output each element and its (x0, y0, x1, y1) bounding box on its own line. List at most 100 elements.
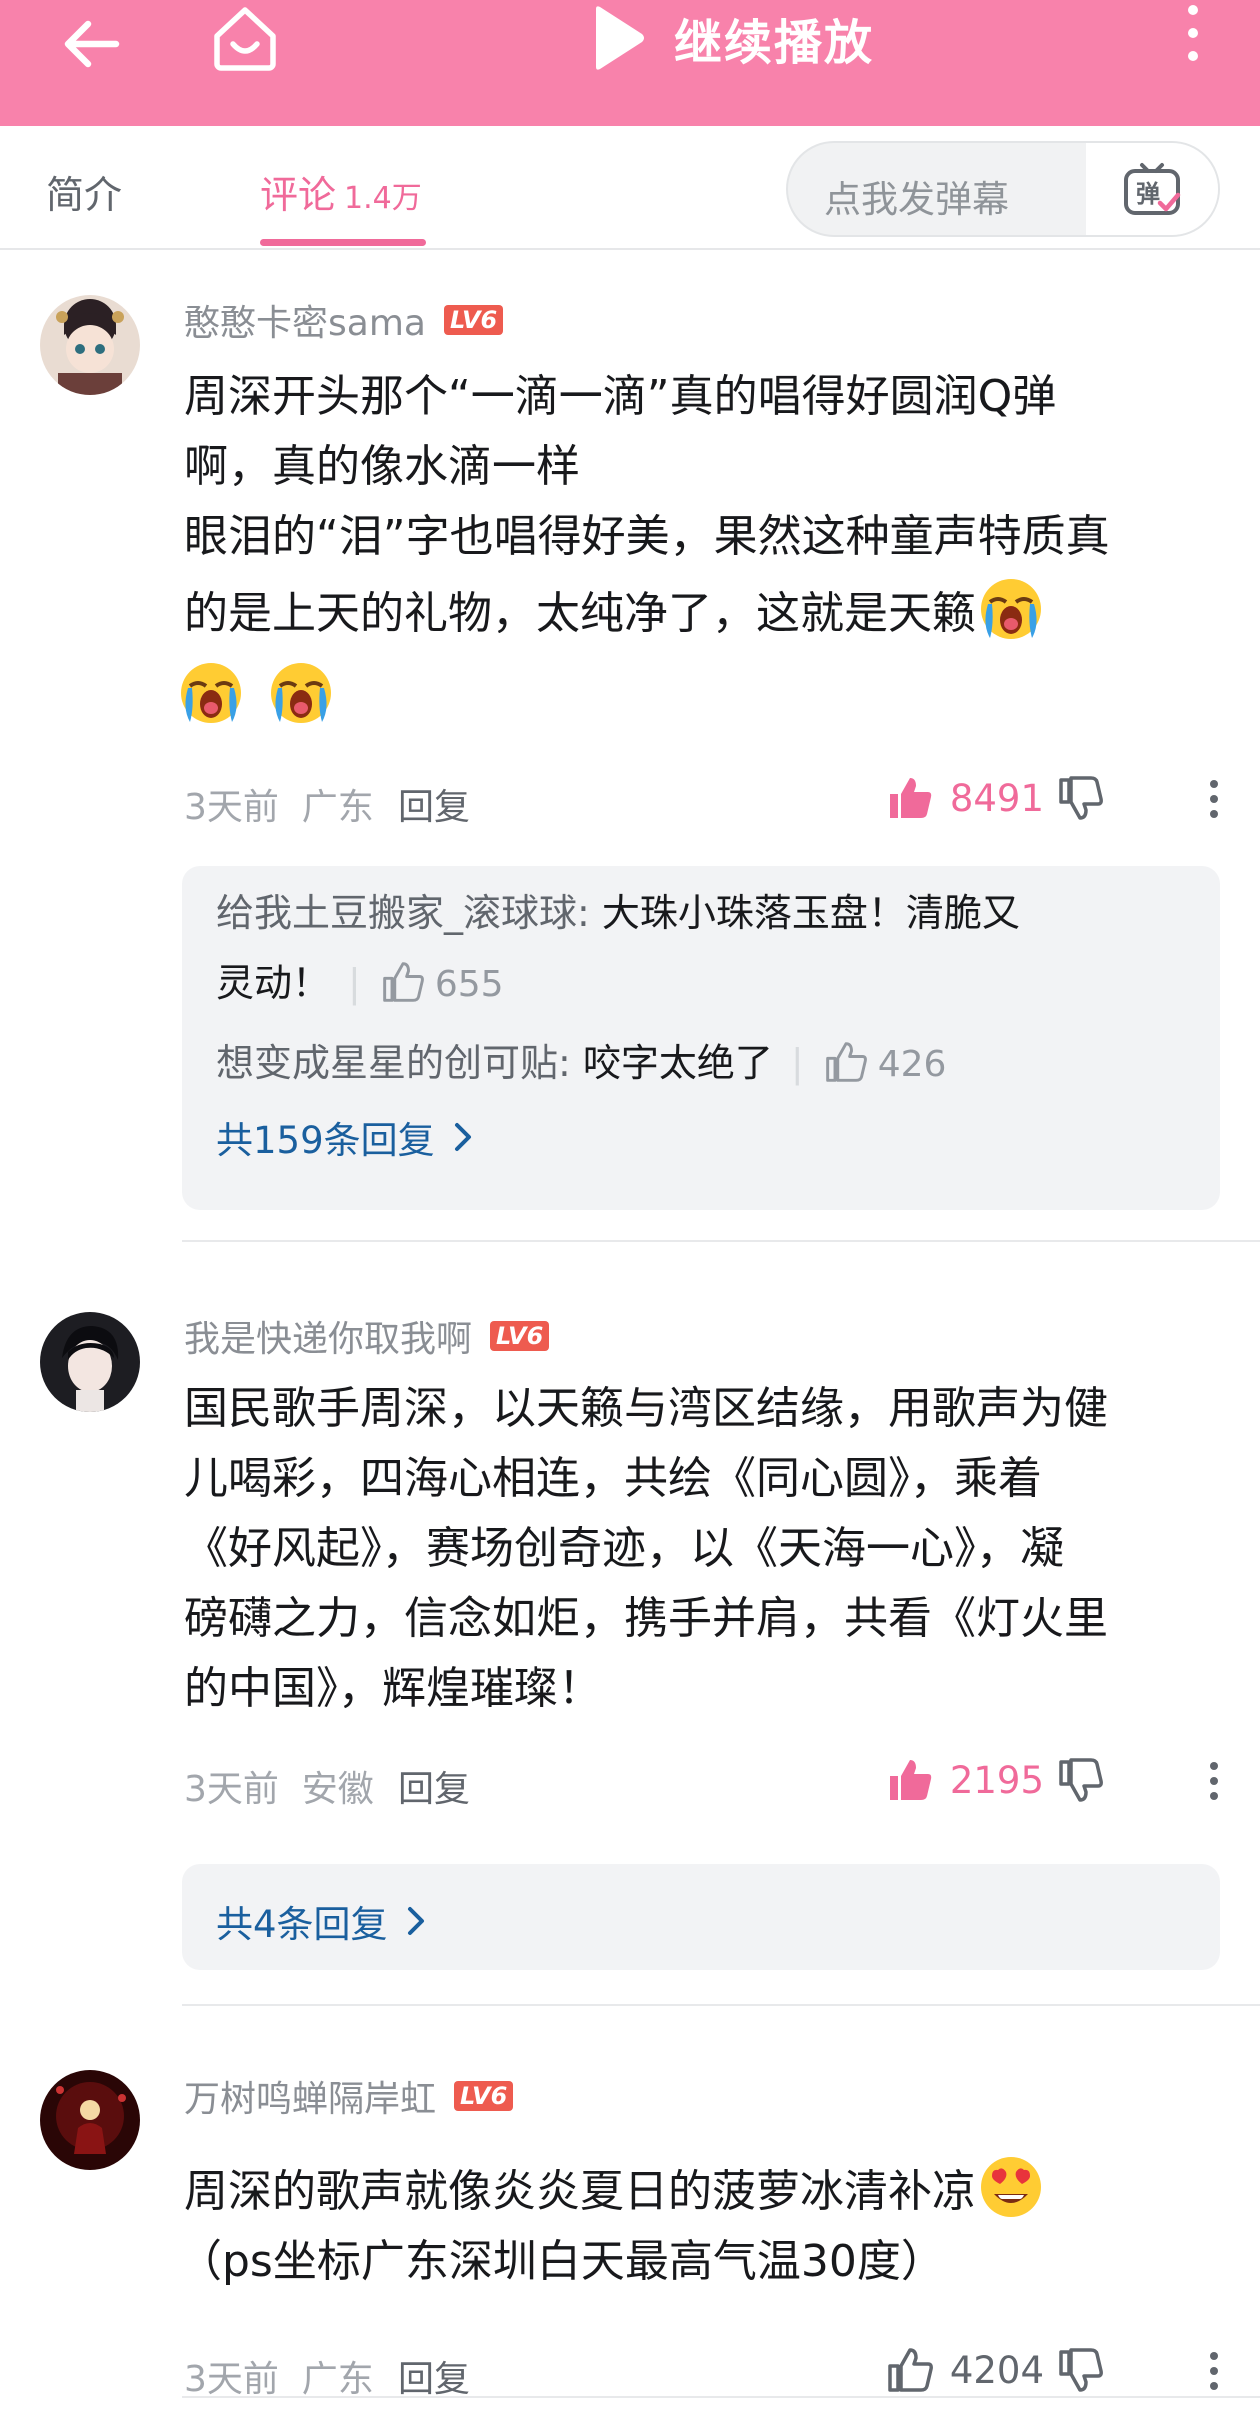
danmaku-toggle-button[interactable]: 弹 (1086, 143, 1218, 235)
avatar-image (40, 295, 140, 395)
home-icon[interactable] (207, 0, 283, 76)
tab-comments[interactable]: 评论 1.4万 (260, 164, 422, 219)
like-count: 2195 (949, 1758, 1044, 1802)
level-badge: LV6 (443, 305, 504, 335)
tab-bar: 简介 评论 1.4万 点我发弹幕 弹 (0, 126, 1260, 250)
comment-line-with-emoji: 周深的歌声就像炎炎夏日的菠萝冰清补凉 (184, 2154, 1224, 2227)
username[interactable]: 万树鸣蝉隔岸虹 (184, 2070, 436, 2122)
comment-line: （ps坐标广东深圳白天最高气温30度） (178, 2236, 945, 2287)
thumbs-up-icon (383, 962, 424, 1002)
like-count: 4204 (949, 2348, 1044, 2392)
comment-line: 儿喝彩，四海心相连，共绘《同心圆》，乘着 (184, 1453, 1042, 1504)
tab-intro[interactable]: 简介 (46, 164, 122, 219)
comment-text: 周深的歌声就像炎炎夏日的菠萝冰清补凉 （ps坐标广东深圳白天最高气温30度） (178, 2154, 1224, 2297)
comment-meta: 3天前 安徽 回复 2195 (184, 1756, 1224, 1810)
tab-comments-count: 1.4万 (344, 181, 422, 216)
avatar[interactable] (40, 1312, 140, 1412)
comment-divider (182, 2396, 1260, 2398)
play-icon (596, 6, 644, 70)
comment-line: 啊，真的像水滴一样 (184, 441, 580, 492)
comment-line: 《好风起》，赛场创奇迹，以《天海一心》，凝 (184, 1523, 1064, 1574)
reply-user: 给我土豆搬家_滚球球: (216, 891, 590, 935)
thumbs-up-filled-icon (889, 1760, 932, 1800)
more-options-icon[interactable] (1204, 1758, 1224, 1804)
thumbs-up-icon (888, 2348, 933, 2392)
replies-preview: 给我土豆搬家_滚球球: 大珠小珠落玉盘！清脆又 灵动！ | 655 想变成星星的创可… (182, 866, 1220, 1210)
comment-time-location: 3天前 安徽 (184, 1760, 374, 1812)
active-tab-indicator (260, 239, 426, 246)
danmaku-icon-text: 弹 (1136, 180, 1160, 208)
top-bar: 继续播放 (0, 0, 1260, 126)
like-button[interactable]: 8491 (886, 774, 1044, 822)
view-all-replies-label: 共4条回复 (216, 1903, 388, 1946)
reply-text: 大珠小珠落玉盘！清脆又 (601, 891, 1020, 935)
comment-time-location: 3天前 广东 (184, 2350, 374, 2402)
reply-like[interactable]: 426 (824, 1042, 947, 1085)
reply-like-count: 426 (877, 1044, 947, 1085)
thumbs-down-icon[interactable] (1056, 2346, 1104, 2394)
reply-item[interactable]: 想变成星星的创可贴: 咬字太绝了 | 426 (216, 1028, 1196, 1100)
comment-time: 3天前 (184, 787, 279, 828)
avatar-image (40, 2070, 140, 2170)
username[interactable]: 我是快递你取我啊 (184, 1310, 472, 1362)
reply-text: 咬字太绝了 (582, 1041, 773, 1085)
chevron-right-icon (454, 1123, 471, 1151)
continue-play-button[interactable]: 继续播放 (588, 0, 874, 76)
thumbs-up-filled-icon (889, 778, 932, 818)
danmaku-input[interactable]: 点我发弹幕 弹 (786, 141, 1220, 237)
comment-time: 3天前 (184, 1769, 279, 1810)
reply-button[interactable]: 回复 (398, 778, 470, 830)
comment-location: 广东 (301, 2359, 374, 2400)
comment-line-with-emoji: 的是上天的礼物，太纯净了，这就是天籁 (184, 572, 1224, 656)
view-all-replies-label: 共159条回复 (216, 1119, 435, 1162)
reply-button[interactable]: 回复 (398, 2350, 470, 2402)
tab-comments-label: 评论 (260, 173, 337, 217)
comment-line: 周深开头那个“一滴一滴”真的唱得好圆润Q弹 (184, 371, 1057, 422)
avatar[interactable] (40, 295, 140, 395)
comment-line: 眼泪的“泪”字也唱得好美，果然这种童声特质真 (184, 511, 1110, 562)
comment-text: 周深开头那个“一滴一滴”真的唱得好圆润Q弹 啊，真的像水滴一样 眼泪的“泪”字也… (181, 362, 1224, 740)
avatar[interactable] (40, 2070, 140, 2170)
view-all-replies-link[interactable]: 共4条回复 (216, 1894, 430, 1948)
danmaku-placeholder: 点我发弹幕 (824, 178, 1009, 221)
reply-user: 想变成星星的创可贴: (216, 1041, 571, 1085)
continue-play-label: 继续播放 (674, 15, 875, 71)
thumbs-up-icon (825, 1042, 867, 1082)
emoji-row (176, 656, 1224, 740)
view-all-replies-link[interactable]: 共159条回复 (216, 1110, 477, 1164)
comment-line: 国民歌手周深，以天籁与湾区结缘，用歌声为健 (184, 1383, 1108, 1434)
reply-button[interactable]: 回复 (398, 1760, 470, 1812)
comment-location: 广东 (301, 787, 374, 828)
comment-location: 安徽 (301, 1769, 374, 1810)
level-badge: LV6 (490, 1321, 550, 1351)
avatar-image (40, 1312, 140, 1412)
like-button[interactable]: 2195 (886, 1756, 1044, 1804)
reply-like-count: 655 (434, 964, 504, 1005)
back-arrow-icon[interactable] (56, 8, 128, 80)
thumbs-down-icon[interactable] (1056, 1756, 1104, 1804)
danmaku-icon: 弹 (1124, 163, 1181, 215)
username[interactable]: 憨憨卡密sama (184, 294, 426, 346)
thumbs-down-icon[interactable] (1056, 774, 1104, 822)
reply-item[interactable]: 给我土豆搬家_滚球球: 大珠小珠落玉盘！清脆又 灵动！ | 655 (216, 878, 1196, 1020)
comment-line: 磅礴之力，信念如炬，携手并肩，共看《灯火里 (184, 1593, 1108, 1644)
replies-preview: 共4条回复 (182, 1864, 1220, 1970)
chevron-right-icon (407, 1907, 424, 1935)
comment-divider (182, 2004, 1260, 2006)
comment-line: 的中国》，辉煌璀璨！ (184, 1663, 602, 1714)
comment-divider (182, 1240, 1260, 1242)
comment-meta: 3天前 广东 回复 4204 (184, 2346, 1224, 2400)
more-options-icon[interactable] (1204, 2348, 1224, 2394)
comment-text: 国民歌手周深，以天籁与湾区结缘，用歌声为健 儿喝彩，四海心相连，共绘《同心圆》，… (184, 1374, 1224, 1724)
heart-eyes-emoji-icon (981, 2157, 1041, 2217)
reply-like[interactable]: 655 (381, 962, 504, 1005)
crying-face-emoji-icon (981, 579, 1041, 639)
crying-face-emoji-icon (271, 663, 331, 723)
comment-time: 3天前 (184, 2359, 279, 2400)
comment-line: 的是上天的礼物，太纯净了，这就是天籁 (184, 588, 976, 639)
comment-line: 周深的歌声就像炎炎夏日的菠萝冰清补凉 (184, 2166, 976, 2217)
more-vertical-icon[interactable] (1175, 0, 1211, 70)
more-options-icon[interactable] (1204, 776, 1224, 822)
like-button[interactable]: 4204 (886, 2346, 1044, 2394)
level-badge: LV6 (454, 2081, 514, 2111)
